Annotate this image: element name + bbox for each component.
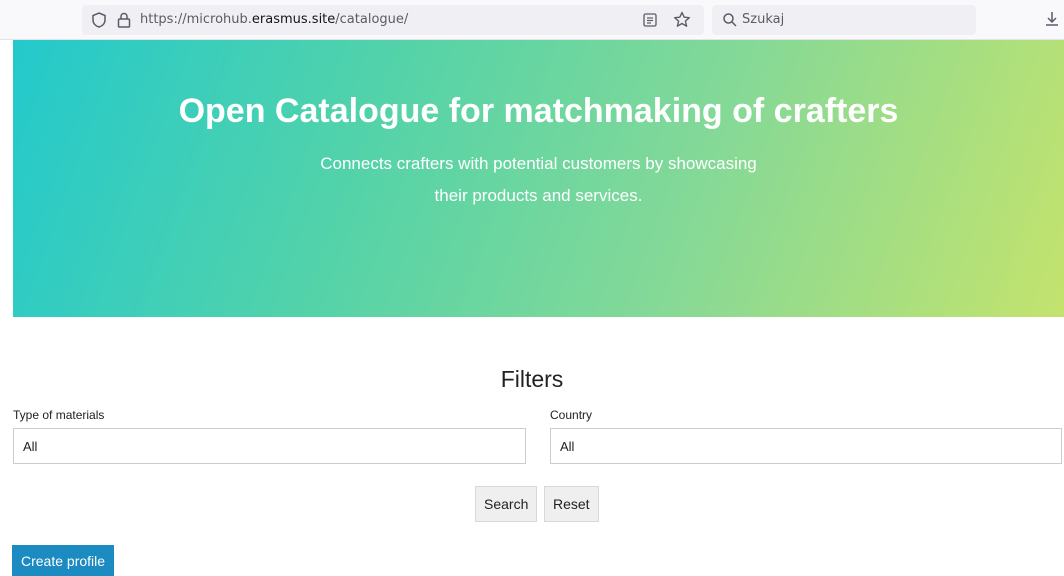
materials-label: Type of materials bbox=[13, 408, 105, 422]
url-path: /catalogue/ bbox=[335, 12, 409, 27]
lock-icon[interactable] bbox=[116, 11, 132, 29]
hero-banner: Open Catalogue for matchmaking of crafte… bbox=[13, 40, 1064, 317]
search-icon bbox=[723, 13, 737, 27]
browser-search-input[interactable]: Szukaj bbox=[712, 5, 976, 35]
url-host: erasmus.site bbox=[251, 12, 336, 27]
country-select[interactable]: All bbox=[550, 428, 1062, 464]
search-placeholder: Szukaj bbox=[742, 12, 785, 27]
url-text[interactable]: https://microhub.erasmus.site/catalogue/ bbox=[140, 12, 408, 27]
bookmark-star-icon[interactable] bbox=[672, 10, 692, 30]
reader-view-icon[interactable] bbox=[642, 12, 658, 28]
materials-select[interactable]: All bbox=[13, 428, 526, 464]
search-button[interactable]: Search bbox=[475, 486, 538, 522]
hero-title: Open Catalogue for matchmaking of crafte… bbox=[178, 92, 899, 130]
browser-toolbar: https://microhub.erasmus.site/catalogue/… bbox=[0, 0, 1064, 40]
hero-subtitle-line1: Connects crafters with potential custome… bbox=[320, 154, 757, 173]
url-prefix: https://microhub. bbox=[140, 12, 252, 27]
shield-icon[interactable] bbox=[90, 11, 108, 29]
filters-heading: Filters bbox=[500, 366, 564, 392]
create-profile-button[interactable]: Create profile bbox=[12, 545, 115, 576]
download-icon[interactable] bbox=[1044, 10, 1060, 28]
address-bar[interactable]: https://microhub.erasmus.site/catalogue/ bbox=[82, 5, 704, 35]
reset-button[interactable]: Reset bbox=[544, 486, 599, 522]
hero-subtitle-line2: their products and services. bbox=[434, 186, 643, 205]
hero-subtitle: Connects crafters with potential custome… bbox=[13, 148, 1064, 212]
country-label: Country bbox=[550, 408, 593, 422]
